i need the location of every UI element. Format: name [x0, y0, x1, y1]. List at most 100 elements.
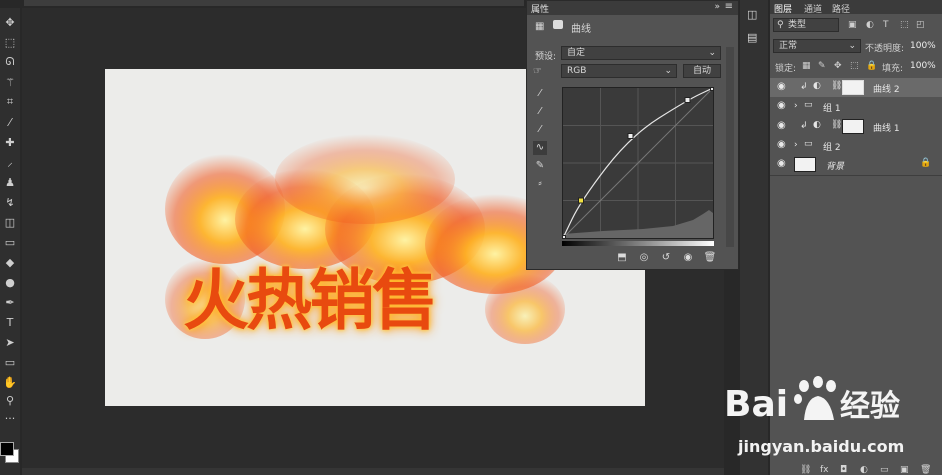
preset-dropdown[interactable]: 自定 ⌄	[561, 46, 721, 60]
new-adjustment-icon[interactable]: ◐	[860, 465, 868, 475]
clip-arrow-icon: ↲	[800, 121, 808, 131]
dodge-icon[interactable]: ●	[2, 274, 18, 290]
eyedropper-icon[interactable]: ⁄	[2, 114, 18, 130]
lasso-icon[interactable]: ᘏ	[2, 54, 18, 70]
mask-icon[interactable]	[553, 20, 563, 29]
tab-paths[interactable]: 路径	[832, 2, 850, 15]
layer-thumbnail	[794, 157, 816, 172]
eye-icon[interactable]: ◉	[777, 100, 786, 111]
document-tab[interactable]	[24, 0, 524, 6]
edit-points-curve-icon[interactable]: ∿	[533, 141, 547, 155]
stamp-icon[interactable]: ♟	[2, 174, 18, 190]
tab-layers[interactable]: 图层	[774, 2, 792, 15]
zoom-icon[interactable]: ⚲	[2, 392, 18, 408]
eraser-icon[interactable]: ◫	[2, 214, 18, 230]
curves-graph[interactable]	[562, 87, 714, 239]
brush-settings-icon[interactable]: ▤	[747, 31, 757, 44]
visibility-icon[interactable]: ◉	[681, 251, 695, 265]
layer-row[interactable]: ◉ 背景 🔒	[770, 155, 942, 174]
opacity-value[interactable]: 100%	[910, 41, 936, 51]
eye-icon[interactable]: ◉	[777, 139, 786, 150]
curve-control-point[interactable]	[578, 197, 584, 204]
curve-control-point[interactable]	[627, 133, 634, 139]
view-previous-icon[interactable]: ◎	[637, 251, 651, 265]
blur-icon[interactable]: ◆	[2, 254, 18, 270]
filter-smart-object-icon[interactable]: ◰	[916, 20, 925, 30]
eye-icon[interactable]: ◉	[777, 81, 786, 92]
delete-icon[interactable]: 🗑	[703, 251, 717, 265]
delete-layer-icon[interactable]: 🗑	[920, 465, 931, 475]
healing-icon[interactable]: ✚	[2, 134, 18, 150]
new-group-icon[interactable]: ▭	[880, 465, 889, 475]
lock-transparent-icon[interactable]: ▦	[802, 61, 811, 71]
shape-icon[interactable]: ▭	[2, 354, 18, 370]
pen-icon[interactable]: ✒	[2, 294, 18, 310]
layer-name: 曲线 1	[873, 124, 900, 134]
fill-value[interactable]: 100%	[910, 61, 936, 71]
chevron-right-icon[interactable]: ›	[794, 140, 798, 150]
reset-icon[interactable]: ↺	[659, 251, 673, 265]
crop-icon[interactable]: ⌗	[2, 94, 18, 110]
marquee-icon[interactable]: ⬚	[2, 34, 18, 50]
history-brush-icon[interactable]: ↯	[2, 194, 18, 210]
curve-control-point[interactable]	[710, 88, 714, 91]
fill-label: 填充:	[882, 64, 904, 74]
blend-mode-value: 正常	[779, 41, 798, 51]
search-icon: ⚲	[777, 20, 784, 30]
type-icon[interactable]: T	[2, 314, 18, 330]
black-point-eyedropper-icon[interactable]: ⁄	[533, 87, 547, 101]
layer-name: 曲线 2	[873, 85, 900, 95]
properties-scrollbar[interactable]	[726, 47, 734, 247]
clip-to-layer-icon[interactable]: ⬒	[615, 251, 629, 265]
auto-button[interactable]: 自动	[683, 64, 721, 78]
channel-value: RGB	[567, 66, 587, 76]
collapse-icon[interactable]: »	[714, 2, 720, 12]
clip-arrow-icon: ↲	[800, 82, 808, 92]
status-bar	[22, 468, 724, 475]
lock-position-icon[interactable]: ✥	[834, 61, 842, 71]
link-layers-icon[interactable]: ⛓	[800, 465, 811, 475]
eye-icon[interactable]: ◉	[777, 120, 786, 131]
magic-wand-icon[interactable]: ⚚	[2, 74, 18, 90]
blend-mode-dropdown[interactable]: 正常 ⌄	[773, 39, 861, 53]
gray-point-eyedropper-icon[interactable]: ⁄	[533, 105, 547, 119]
add-mask-icon[interactable]: ◘	[840, 465, 847, 475]
draw-curve-pencil-icon[interactable]: ✎	[533, 159, 547, 173]
layer-row[interactable]: ◉ › ▭ 组 1	[770, 97, 942, 116]
filter-type-icon[interactable]: T	[883, 20, 889, 30]
layer-row[interactable]: ◉ ↲ ◐ ⛓ 曲线 1	[770, 117, 942, 136]
layer-row[interactable]: ◉ › ▭ 组 2	[770, 136, 942, 155]
properties-tab[interactable]: 属性	[531, 2, 549, 15]
fx-icon[interactable]: fx	[820, 465, 829, 475]
target-adjust-hand-icon[interactable]: ☞	[533, 66, 542, 77]
move-icon[interactable]: ✥	[2, 14, 18, 30]
white-point-eyedropper-icon[interactable]: ⁄	[533, 123, 547, 137]
curve-control-point[interactable]	[684, 97, 691, 103]
chevron-down-icon: ⌄	[848, 41, 856, 51]
more-icon[interactable]: ···	[2, 410, 18, 426]
chevron-right-icon[interactable]: ›	[794, 101, 798, 111]
foreground-color-swatch[interactable]	[0, 442, 14, 456]
new-layer-icon[interactable]: ▣	[900, 465, 909, 475]
brush-icon[interactable]: ⸝	[2, 154, 18, 170]
panel-menu-icon[interactable]: ≡	[725, 1, 733, 12]
filter-adjustment-icon[interactable]: ◐	[866, 20, 874, 30]
channel-dropdown[interactable]: RGB ⌄	[561, 64, 677, 78]
lock-pixels-icon[interactable]: ✎	[818, 61, 826, 71]
lock-all-icon[interactable]: 🔒	[866, 61, 877, 71]
history-icon[interactable]: ◫	[747, 8, 757, 21]
layer-row[interactable]: ◉ ↲ ◐ ⛓ 曲线 2	[770, 78, 942, 97]
eye-icon[interactable]: ◉	[777, 158, 786, 169]
filter-pixel-icon[interactable]: ▣	[848, 20, 857, 30]
tab-channels[interactable]: 通道	[804, 2, 822, 15]
curve-plot[interactable]	[563, 88, 713, 238]
layer-mask-thumbnail	[842, 80, 864, 95]
filter-shape-icon[interactable]: ⬚	[900, 20, 909, 30]
lock-artboard-icon[interactable]: ⬚	[850, 61, 859, 71]
filter-kind-dropdown[interactable]: ⚲ 类型	[773, 18, 839, 32]
hand-icon[interactable]: ✋	[2, 374, 18, 390]
gradient-icon[interactable]: ▭	[2, 234, 18, 250]
curve-control-point[interactable]	[563, 235, 566, 239]
smooth-curve-icon[interactable]: ⸗	[533, 177, 547, 191]
path-select-icon[interactable]: ➤	[2, 334, 18, 350]
